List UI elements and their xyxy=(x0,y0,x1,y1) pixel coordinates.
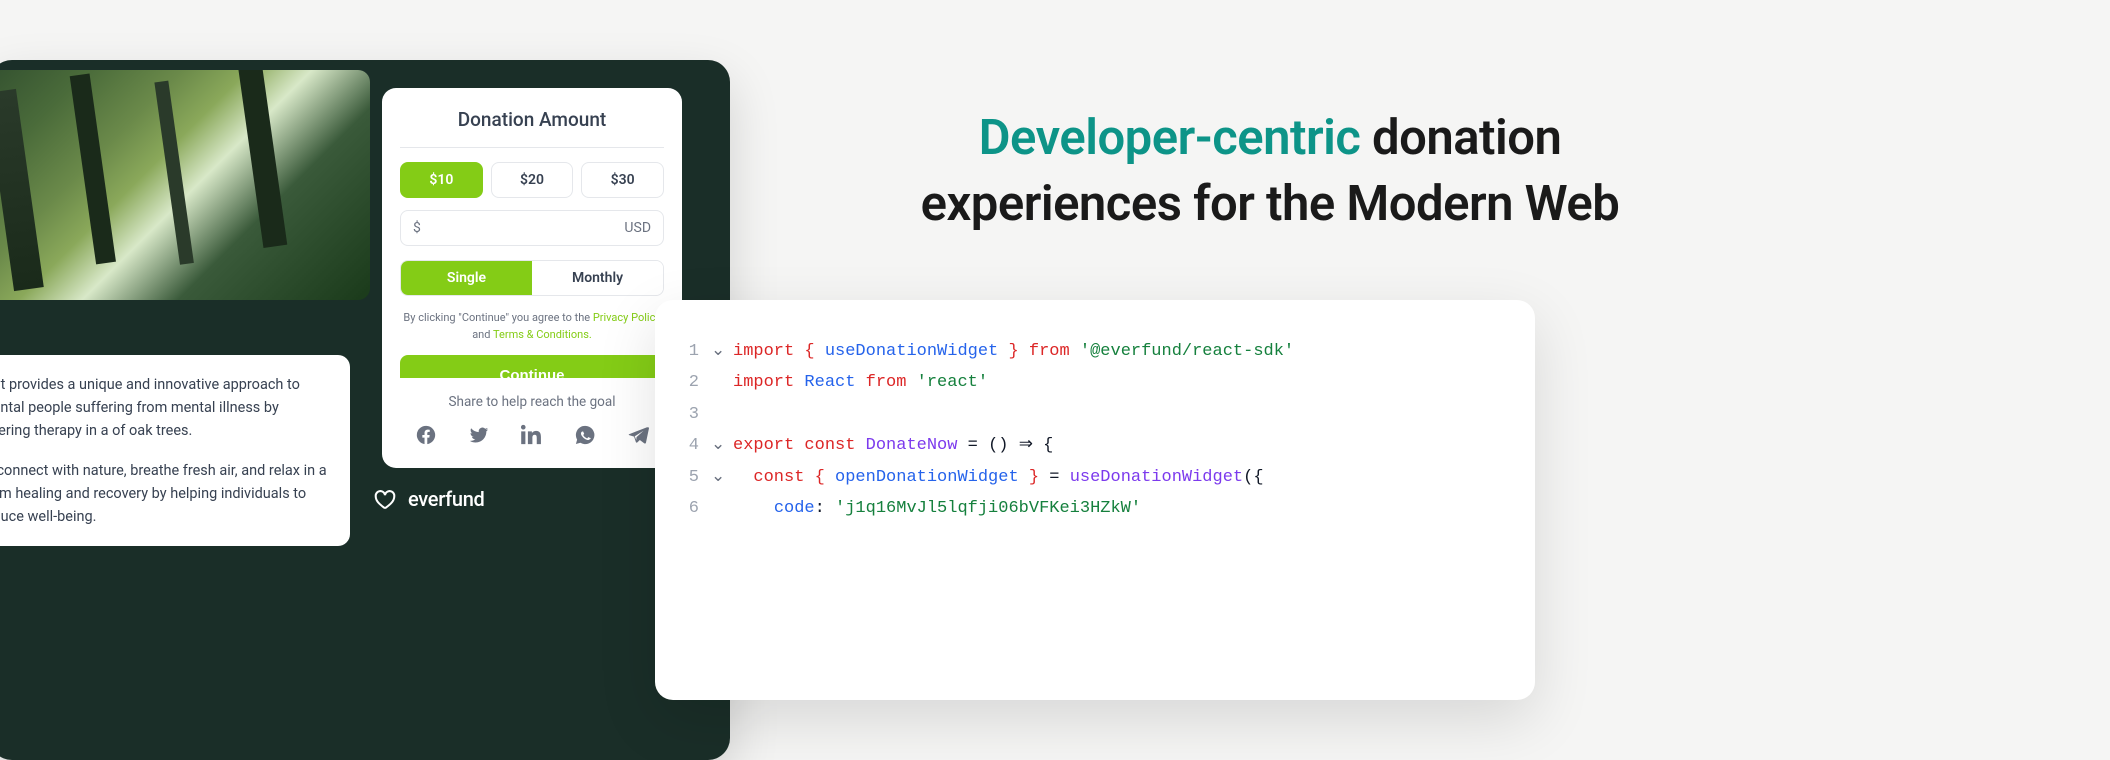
code-content: const { openDonationWidget } = useDonati… xyxy=(733,462,1264,493)
share-panel: Share to help reach the goal xyxy=(382,378,682,468)
code-line: 3 xyxy=(655,399,1535,430)
whatsapp-icon[interactable] xyxy=(574,424,596,450)
everfund-heart-icon xyxy=(370,486,400,512)
code-editor-panel: 1⌄import { useDonationWidget } from '@ev… xyxy=(655,300,1535,700)
amount-button-20[interactable]: $20 xyxy=(491,162,574,198)
fold-chevron-icon[interactable]: ⌄ xyxy=(711,430,733,461)
code-line: 2 import React from 'react' xyxy=(655,367,1535,398)
code-content: export const DonateNow = () ⇒ { xyxy=(733,430,1053,461)
facebook-icon[interactable] xyxy=(415,424,437,450)
line-number: 3 xyxy=(655,399,711,430)
privacy-policy-link[interactable]: Privacy Policy xyxy=(593,311,661,324)
code-line: 4⌄export const DonateNow = () ⇒ { xyxy=(655,430,1535,461)
headline-line2: experiences for the Modern Web xyxy=(921,175,1620,232)
legal-text: By clicking "Continue" you agree to the … xyxy=(400,310,664,343)
line-number: 1 xyxy=(655,336,711,367)
charity-description-card: that provides a unique and innovative ap… xyxy=(0,355,350,546)
code-line: 6 code: 'j1q16MvJl5lqfji06bVFKei3HZkW' xyxy=(655,493,1535,524)
custom-amount-input[interactable]: $ USD xyxy=(400,210,664,246)
amount-buttons-row: $10 $20 $30 xyxy=(400,162,664,198)
headline-rest1: donation xyxy=(1360,109,1561,166)
line-number: 6 xyxy=(655,493,711,524)
divider xyxy=(400,147,664,148)
frequency-single[interactable]: Single xyxy=(401,261,532,295)
terms-link[interactable]: Terms & Conditions. xyxy=(493,328,592,341)
code-content: code: 'j1q16MvJl5lqfji06bVFKei3HZkW' xyxy=(733,493,1141,524)
everfund-logo: everfund xyxy=(370,486,485,512)
donation-title: Donation Amount xyxy=(400,108,664,131)
currency-label: USD xyxy=(624,220,651,236)
twitter-icon[interactable] xyxy=(468,424,490,450)
code-line: 5⌄ const { openDonationWidget } = useDon… xyxy=(655,462,1535,493)
currency-prefix: $ xyxy=(413,220,421,236)
code-line: 1⌄import { useDonationWidget } from '@ev… xyxy=(655,336,1535,367)
desc-paragraph-2: to connect with nature, breathe fresh ai… xyxy=(0,459,330,529)
share-icons-row xyxy=(400,424,664,450)
share-title: Share to help reach the goal xyxy=(400,394,664,410)
hero-forest-image xyxy=(0,70,370,300)
line-number: 2 xyxy=(655,367,711,398)
line-number: 5 xyxy=(655,462,711,493)
everfund-wordmark: everfund xyxy=(408,487,485,511)
amount-button-10[interactable]: $10 xyxy=(400,162,483,198)
code-content: import React from 'react' xyxy=(733,367,988,398)
desc-paragraph-1: that provides a unique and innovative ap… xyxy=(0,373,330,443)
linkedin-icon[interactable] xyxy=(521,424,543,450)
telegram-icon[interactable] xyxy=(627,424,649,450)
line-number: 4 xyxy=(655,430,711,461)
donation-amount-panel: Donation Amount $10 $20 $30 $ USD Single… xyxy=(382,88,682,414)
fold-chevron-icon[interactable]: ⌄ xyxy=(711,336,733,367)
code-content: import { useDonationWidget } from '@ever… xyxy=(733,336,1294,367)
amount-button-30[interactable]: $30 xyxy=(581,162,664,198)
frequency-toggle: Single Monthly xyxy=(400,260,664,296)
headline: Developer-centric donation experiences f… xyxy=(810,105,1730,237)
donation-widget-card: that provides a unique and innovative ap… xyxy=(0,60,730,760)
headline-accent: Developer-centric xyxy=(979,109,1361,166)
frequency-monthly[interactable]: Monthly xyxy=(532,261,663,295)
fold-chevron-icon[interactable]: ⌄ xyxy=(711,462,733,493)
